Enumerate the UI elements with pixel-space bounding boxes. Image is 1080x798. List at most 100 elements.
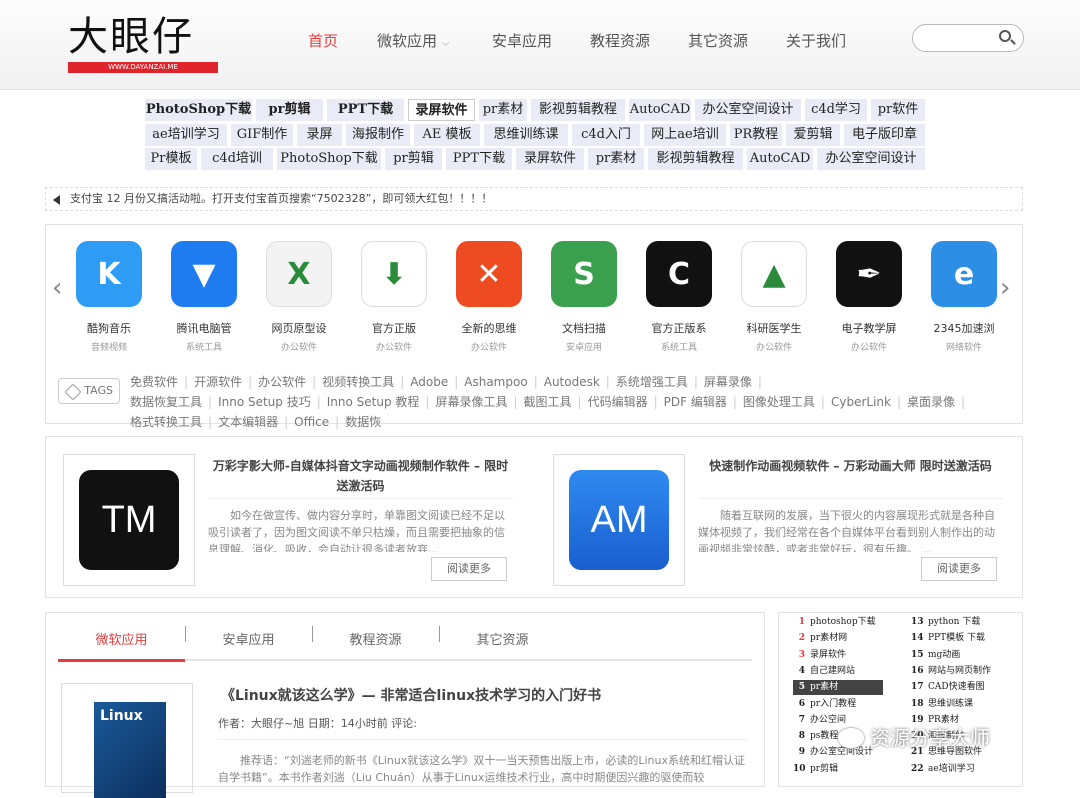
app-item[interactable]: C 官方正版系 系统工具 [634, 241, 724, 353]
ranking-item[interactable]: 13 python 下载 [911, 615, 1017, 630]
keyword-tag[interactable]: PPT下载 [327, 99, 404, 121]
keyword-tag[interactable]: 海报制作 [346, 124, 410, 146]
app-item[interactable]: ⬇ 官方正版 办公软件 [349, 241, 439, 353]
keyword-tag[interactable]: 影视剪辑教程 [648, 148, 743, 170]
app-item[interactable]: e 2345加速浏 网络软件 [919, 241, 1009, 353]
keyword-tag[interactable]: 办公室空间设计 [817, 148, 925, 170]
keyword-tag[interactable]: 录屏软件 [516, 148, 584, 170]
keyword-tag[interactable]: pr剪辑 [385, 148, 442, 170]
tag-link[interactable]: Office [294, 415, 329, 429]
tag-link[interactable]: Ashampoo [464, 375, 527, 389]
keyword-tag[interactable]: PPT下载 [446, 148, 512, 170]
notice-text[interactable]: 支付宝 12 月份又搞活动啦。打开支付宝首页搜索“7502328”，即可领大红包… [70, 192, 492, 205]
nav-tutorials[interactable]: 教程资源 [590, 30, 650, 51]
keyword-tag[interactable]: 思维训练课 [484, 124, 568, 146]
ranking-item[interactable]: 2 pr素材网 [793, 631, 883, 646]
app-item[interactable]: X 网页原型设 办公软件 [254, 241, 344, 353]
tag-link[interactable]: 免费软件 [130, 375, 178, 389]
keyword-tag[interactable]: 影视剪辑教程 [531, 99, 625, 121]
ranking-item[interactable]: 14 PPT模板 下载 [911, 631, 1017, 646]
keyword-tag[interactable]: pr素材 [479, 99, 527, 121]
search-icon[interactable] [999, 30, 1011, 42]
keyword-tag[interactable]: 爱剪辑 [786, 124, 840, 146]
post-title[interactable]: 万彩字影大师-自媒体抖音文字动画视频制作软件 – 限时送激活码 [208, 456, 513, 496]
tag-link[interactable]: 数据恢 [345, 415, 381, 429]
read-more-button[interactable]: 阅读更多 [921, 557, 997, 581]
keyword-tag[interactable]: 网上ae培训 [644, 124, 726, 146]
tag-link[interactable]: 视频转换工具 [322, 375, 394, 389]
post-thumbnail[interactable]: TM [63, 454, 195, 586]
ranking-item[interactable]: 5 pr素材 [793, 680, 883, 696]
keyword-tag[interactable]: c4d入门 [572, 124, 640, 146]
nav-other-resources[interactable]: 其它资源 [688, 30, 748, 51]
app-item[interactable]: S 文档扫描 安卓应用 [539, 241, 629, 353]
tag-link[interactable]: 图像处理工具 [743, 395, 815, 409]
tag-link[interactable]: 数据恢复工具 [130, 395, 202, 409]
app-item[interactable]: ✒ 电子教学屏 办公软件 [824, 241, 914, 353]
keyword-tag[interactable]: AE 模板 [414, 124, 480, 146]
nav-microsoft-apps[interactable]: 微软应用 ⌵ [377, 30, 449, 51]
keyword-tag[interactable]: 办公室空间设计 [695, 99, 801, 121]
tab-other-resources[interactable]: 其它资源 [439, 629, 566, 648]
keyword-tag[interactable]: PhotoShop下载 [145, 99, 252, 121]
tag-link[interactable]: 屏幕录像工具 [435, 395, 507, 409]
keyword-tag[interactable]: c4d学习 [805, 99, 867, 121]
ranking-item[interactable]: 4 自己建网站 [793, 664, 883, 679]
ranking-item[interactable]: 1 photoshop下载 [793, 615, 883, 630]
tag-link[interactable]: PDF 编辑器 [664, 395, 727, 409]
ranking-item[interactable]: 3 录屏软件 [793, 648, 883, 663]
ranking-item[interactable]: 18 思维训练课 [911, 697, 1017, 712]
tag-link[interactable]: 截图工具 [524, 395, 572, 409]
ranking-item[interactable]: 6 pr入门教程 [793, 697, 883, 712]
tag-link[interactable]: 代码编辑器 [588, 395, 648, 409]
tag-link[interactable]: 办公软件 [258, 375, 306, 389]
tag-link[interactable]: 格式转换工具 [130, 415, 202, 429]
article-title[interactable]: 《Linux就该这么学》— 非常适合linux技术学习的入门好书 [221, 685, 601, 705]
ranking-item[interactable]: 15 mg动画 [911, 648, 1017, 663]
article-thumbnail[interactable]: Linux [61, 683, 193, 798]
keyword-tag[interactable]: PhotoShop下载 [277, 148, 381, 170]
post-thumbnail[interactable]: AM [553, 454, 685, 586]
app-item[interactable]: K 酷狗音乐 音频视频 [64, 241, 154, 353]
tab-microsoft-apps[interactable]: 微软应用 [58, 629, 185, 648]
nav-home[interactable]: 首页 [308, 30, 338, 51]
keyword-tag[interactable]: AutoCAD [629, 99, 691, 121]
search-input[interactable] [923, 29, 995, 47]
keyword-tag[interactable]: 录屏 [297, 124, 342, 146]
tag-link[interactable]: 系统增强工具 [616, 375, 688, 389]
nav-android-apps[interactable]: 安卓应用 [492, 30, 552, 51]
tag-link[interactable]: CyberLink [831, 395, 891, 409]
ranking-item[interactable]: 16 网站与网页制作 [911, 664, 1017, 679]
app-item[interactable]: ▼ 腾讯电脑管 系统工具 [159, 241, 249, 353]
keyword-tag[interactable]: pr软件 [871, 99, 925, 121]
tag-link[interactable]: 开源软件 [194, 375, 242, 389]
tag-link[interactable]: Adobe [410, 375, 448, 389]
tab-tutorials[interactable]: 教程资源 [312, 629, 439, 648]
tag-link[interactable]: 桌面录像 [907, 395, 955, 409]
keyword-tag[interactable]: 电子版印章 [844, 124, 925, 146]
app-item[interactable]: ▲ 科研医学生 办公软件 [729, 241, 819, 353]
site-logo[interactable]: 大眼仔 WWW.DAYANZAI.ME [68, 12, 218, 74]
tag-link[interactable]: Inno Setup 教程 [327, 395, 420, 409]
tab-android-apps[interactable]: 安卓应用 [185, 629, 312, 648]
keyword-tag[interactable]: c4d培训 [201, 148, 273, 170]
keyword-tag[interactable]: AutoCAD [747, 148, 813, 170]
keyword-tag[interactable]: PR教程 [730, 124, 782, 146]
chevron-left-icon[interactable]: ‹ [52, 273, 62, 303]
tag-link[interactable]: Inno Setup 技巧 [218, 395, 311, 409]
keyword-tag[interactable]: ae培训学习 [145, 124, 227, 146]
keyword-tag[interactable]: 录屏软件 [408, 99, 475, 121]
tag-link[interactable]: 文本编辑器 [218, 415, 278, 429]
read-more-button[interactable]: 阅读更多 [431, 557, 507, 581]
ranking-item[interactable]: 17 CAD快速看图 [911, 680, 1017, 695]
tag-link[interactable]: 屏幕录像 [704, 375, 752, 389]
keyword-tag[interactable]: Pr模板 [145, 148, 197, 170]
tag-link[interactable]: Autodesk [544, 375, 600, 389]
ranking-item[interactable]: 10 pr剪辑 [793, 762, 883, 777]
keyword-tag[interactable]: pr剪辑 [256, 99, 323, 121]
nav-about[interactable]: 关于我们 [786, 30, 846, 51]
keyword-tag[interactable]: pr素材 [588, 148, 644, 170]
ranking-item[interactable]: 22 ae培训学习 [911, 762, 1017, 777]
post-title[interactable]: 快速制作动画视频软件 – 万彩动画大师 限时送激活码 [698, 456, 1003, 476]
keyword-tag[interactable]: GIF制作 [231, 124, 293, 146]
